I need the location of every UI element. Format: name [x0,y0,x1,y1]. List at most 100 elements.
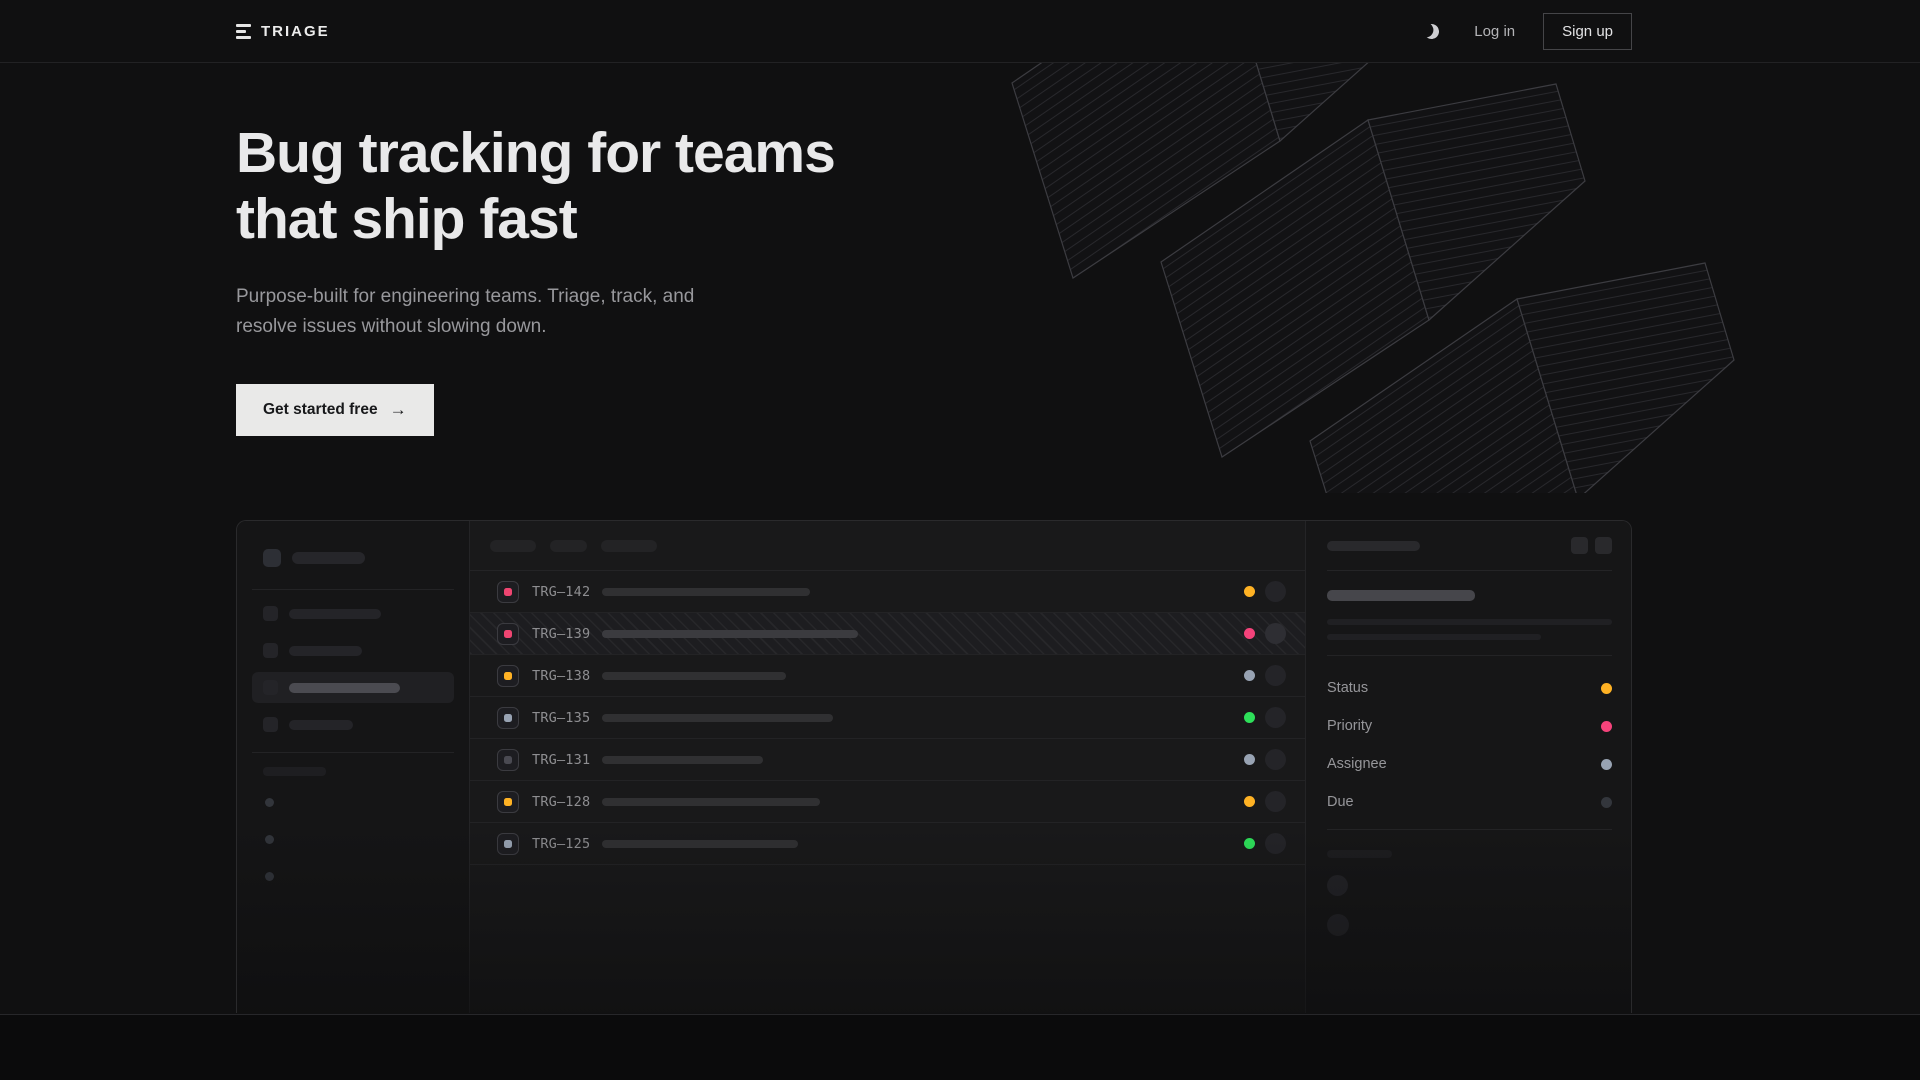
sidebar-dot [265,835,274,844]
field-label: Assignee [1327,756,1387,772]
field-list: Status Priority Assignee Due [1327,656,1612,821]
nav-label-skeleton [289,720,353,730]
issue-title-skeleton [1327,590,1475,601]
title-line-2: that ship fast [236,186,835,252]
issue-row: TRG–125 [470,823,1305,865]
issue-id: TRG–139 [532,626,590,642]
list-filter-bar [470,521,1305,571]
assignee-avatar [1265,707,1286,728]
page-title: Bug tracking for teams that ship fast [236,120,835,252]
comment-avatar [1327,875,1348,896]
issue-id: TRG–128 [532,794,590,810]
issue-list: TRG–142 TRG–139 TRG–138 TRG–135 [470,521,1305,1013]
priority-icon [497,707,519,729]
filter-chip-skeleton [601,540,657,552]
sidebar-item [252,598,454,629]
issue-id: TRG–131 [532,752,590,768]
title-line-1: Bug tracking for teams [236,120,835,186]
status-dot [1244,628,1255,639]
assignee-avatar [1265,581,1286,602]
next-section-band [0,1014,1920,1080]
nav-label-skeleton [289,646,362,656]
assignee-avatar [1265,665,1286,686]
triage-logo-icon [236,24,251,39]
issue-title-skeleton [602,588,810,596]
issue-row: TRG–139 [470,613,1305,655]
issue-row: TRG–135 [470,697,1305,739]
description-line-skeleton [1327,619,1612,625]
status-dot [1244,838,1255,849]
priority-icon [497,749,519,771]
get-started-button[interactable]: Get started free → [236,384,434,436]
sidebar-divider [252,589,454,590]
nav-icon [263,717,278,732]
assignee-dot [1601,759,1612,770]
moon-icon [1422,22,1440,40]
assignee-avatar [1265,833,1286,854]
field-label: Status [1327,680,1368,696]
status-dot [1244,796,1255,807]
arrow-right-icon: → [390,400,407,420]
status-dot [1244,586,1255,597]
filter-chip-skeleton [490,540,536,552]
cta-label: Get started free [263,401,378,419]
issue-title-skeleton [602,630,858,638]
sidebar-nav [252,598,454,740]
workspace-avatar [263,549,281,567]
priority-icon [497,833,519,855]
breadcrumb-skeleton [1327,541,1420,551]
issue-row: TRG–131 [470,739,1305,781]
nav-icon [263,643,278,658]
assignee-avatar [1265,791,1286,812]
nav-icon [263,606,278,621]
section-label-skeleton [263,767,326,776]
field-label: Priority [1327,718,1372,734]
sidebar-item-active [252,672,454,703]
field-row: Assignee [1327,745,1612,783]
navbar: TRIAGE Log in Sign up [0,0,1920,63]
sidebar-divider [252,752,454,753]
detail-header [1327,521,1612,571]
priority-dot [1601,721,1612,732]
wireframe-decoration [960,63,1760,493]
nav-label-skeleton [289,609,381,619]
assignee-avatar [1265,623,1286,644]
sidebar-dot [265,798,274,807]
signup-button[interactable]: Sign up [1543,13,1632,50]
status-dot [1244,670,1255,681]
issue-id: TRG–135 [532,710,590,726]
status-dot [1244,754,1255,765]
sidebar-item [252,635,454,666]
issue-id: TRG–125 [532,836,590,852]
theme-toggle-button[interactable] [1416,17,1446,47]
nav-icon [263,680,278,695]
brand-name: TRIAGE [261,23,330,40]
brand-logo[interactable]: TRIAGE [236,23,330,40]
issue-row: TRG–138 [470,655,1305,697]
hero-subtitle: Purpose-built for engineering teams. Tri… [236,282,741,342]
hero-section: Bug tracking for teams that ship fast Pu… [236,120,835,436]
assignee-avatar [1265,749,1286,770]
filter-chip-skeleton [550,540,587,552]
status-dot [1244,712,1255,723]
comment-avatar [1327,914,1349,936]
issue-title-skeleton [602,840,798,848]
field-row: Status [1327,669,1612,707]
workspace-name-skeleton [292,552,365,564]
field-label: Due [1327,794,1354,810]
issue-row: TRG–142 [470,571,1305,613]
app-preview: TRG–142 TRG–139 TRG–138 TRG–135 [236,520,1632,1013]
issue-title-skeleton [602,756,763,764]
issue-detail-panel: Status Priority Assignee Due [1305,521,1631,1013]
detail-divider [1327,829,1612,830]
issue-title-skeleton [602,714,833,722]
issue-title-skeleton [602,672,786,680]
priority-icon [497,791,519,813]
field-row: Due [1327,783,1612,821]
issue-title-skeleton [602,798,820,806]
nav-label-skeleton [289,683,400,693]
workspace-switcher [252,541,454,575]
panel-action-button [1595,537,1612,554]
login-link[interactable]: Log in [1474,23,1515,40]
priority-icon [497,623,519,645]
